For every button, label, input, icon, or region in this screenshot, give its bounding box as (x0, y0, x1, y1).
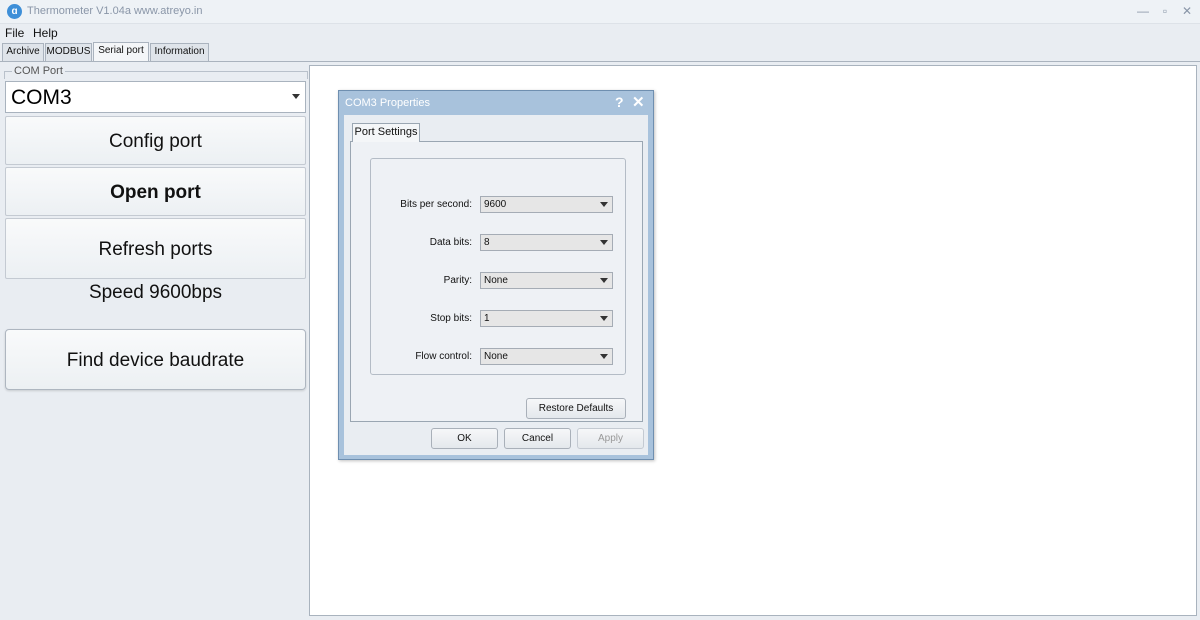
com-properties-dialog: COM3 Properties ? ✕ Bits per second: 960… (338, 90, 654, 460)
stop-bits-select[interactable]: 1 (480, 310, 613, 327)
tab-modbus[interactable]: MODBUS (45, 43, 92, 61)
flow-control-value: None (484, 351, 508, 362)
parity-select[interactable]: None (480, 272, 613, 289)
restore-defaults-button[interactable]: Restore Defaults (526, 398, 626, 419)
parity-value: None (484, 275, 508, 286)
dialog-close-icon[interactable]: ✕ (632, 93, 645, 111)
menu-help[interactable]: Help (33, 26, 58, 40)
chevron-down-icon (600, 202, 608, 207)
menu-bar: File Help (0, 25, 1200, 42)
help-icon[interactable]: ? (615, 94, 624, 110)
flow-control-select[interactable]: None (480, 348, 613, 365)
chevron-down-icon (600, 316, 608, 321)
com-port-select[interactable]: COM3 (5, 81, 306, 113)
flow-control-label: Flow control: (415, 351, 472, 362)
tab-content-border (0, 61, 1200, 62)
close-button[interactable]: ✕ (1177, 3, 1197, 19)
menu-file[interactable]: File (5, 26, 24, 40)
chevron-down-icon (600, 354, 608, 359)
tab-port-settings[interactable]: Port Settings (352, 123, 420, 142)
tab-information[interactable]: Information (150, 43, 209, 61)
port-settings-group (370, 158, 626, 375)
tab-serial-port[interactable]: Serial port (93, 42, 149, 61)
open-port-button[interactable]: Open port (5, 167, 306, 216)
chevron-down-icon (292, 94, 300, 99)
refresh-ports-button[interactable]: Refresh ports (5, 218, 306, 279)
dialog-title: COM3 Properties (345, 97, 430, 109)
bits-per-second-value: 9600 (484, 199, 507, 210)
data-bits-label: Data bits: (429, 237, 472, 248)
stop-bits-label: Stop bits: (430, 313, 472, 324)
stop-bits-value: 1 (484, 313, 490, 324)
data-bits-value: 8 (484, 237, 490, 248)
cancel-button[interactable]: Cancel (504, 428, 571, 449)
chevron-down-icon (600, 240, 608, 245)
com-port-value: COM3 (11, 86, 72, 109)
dialog-body: Bits per second: 9600 Data bits: 8 Parit… (344, 115, 648, 455)
chevron-down-icon (600, 278, 608, 283)
maximize-button[interactable]: ▫ (1155, 3, 1175, 19)
title-bar: ɑ Thermometer V1.04a www.atreyo.in — ▫ ✕ (0, 0, 1200, 24)
app-logo-icon: ɑ (7, 4, 22, 19)
minimize-button[interactable]: — (1133, 3, 1153, 19)
speed-label: Speed 9600bps (88, 282, 223, 303)
find-device-baudrate-button[interactable]: Find device baudrate (5, 329, 306, 390)
ok-button[interactable]: OK (431, 428, 498, 449)
tab-archive[interactable]: Archive (2, 43, 44, 61)
bits-per-second-select[interactable]: 9600 (480, 196, 613, 213)
config-port-button[interactable]: Config port (5, 116, 306, 165)
com-port-group-label: COM Port (12, 65, 65, 77)
data-bits-select[interactable]: 8 (480, 234, 613, 251)
port-settings-panel: Bits per second: 9600 Data bits: 8 Parit… (350, 141, 643, 422)
apply-button[interactable]: Apply (577, 428, 644, 449)
bits-per-second-label: Bits per second: (400, 199, 472, 210)
window-title: Thermometer V1.04a www.atreyo.in (27, 5, 203, 17)
parity-label: Parity: (443, 275, 472, 286)
